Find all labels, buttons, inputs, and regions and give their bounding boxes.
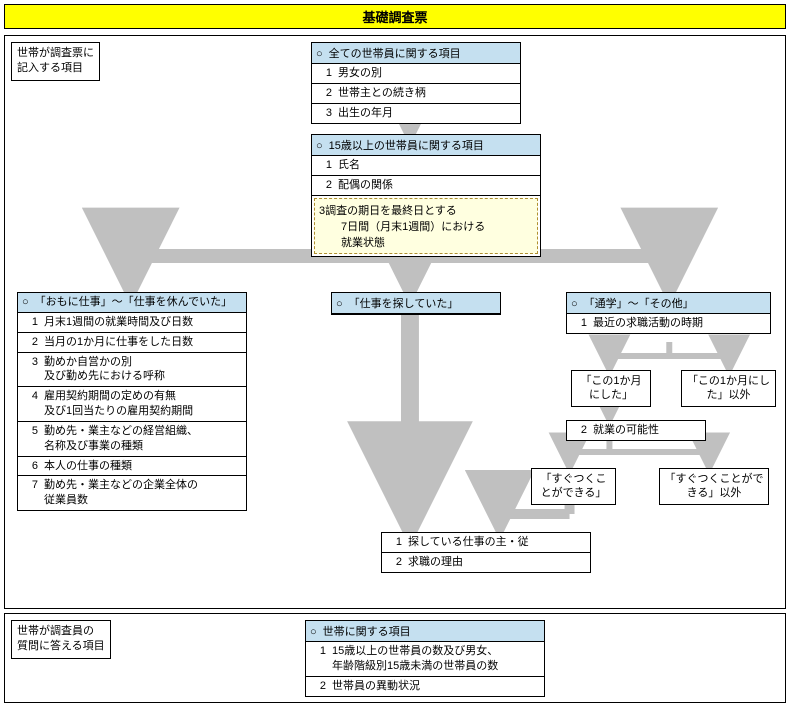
box-school-other: ○「通学」～「その他」 1最近の求職活動の時期 (566, 292, 771, 334)
box-b-row: 1氏名 (312, 156, 540, 176)
section-household-fills: 世帯が調査票に記入する項目 (4, 35, 786, 609)
box-c-row: 3勤めか自営かの別及び勤め先における呼称 (18, 353, 246, 388)
box-d-header: ○「仕事を探していた」 (332, 293, 500, 314)
box-b-header: ○15歳以上の世帯員に関する項目 (312, 135, 540, 156)
page-title: 基礎調査票 (4, 4, 786, 29)
box-f-row: 2求職の理由 (382, 553, 590, 572)
branch-not-this-month: 「この1か月にした」以外 (681, 370, 776, 407)
box-household-row: 115歳以上の世帯員の数及び男女、年齢階級別15歳未満の世帯員の数 (306, 642, 544, 677)
box-c-row: 4雇用契約期間の定めの有無及び1回当たりの雇用契約期間 (18, 387, 246, 422)
box-all-members: ○全ての世帯員に関する項目 1男女の別 2世帯主との続き柄 3出生の年月 (311, 42, 521, 124)
box-f-row: 1探している仕事の主・従 (382, 533, 590, 553)
box-a-row: 2世帯主との続き柄 (312, 84, 520, 104)
box-c-row: 1月末1週間の就業時間及び日数 (18, 313, 246, 333)
box-b-dashed: 3調査の期日を最終日とする 7日間（月末1週間）における 就業状態 (314, 198, 538, 254)
box-e-row1: 1最近の求職活動の時期 (567, 314, 770, 333)
section-enumerator-asks: 世帯が調査員の質問に答える項目 ○世帯に関する項目 115歳以上の世帯員の数及び… (4, 613, 786, 703)
box-c-row: 7勤め先・業主などの企業全体の従業員数 (18, 476, 246, 510)
box-household-items: ○世帯に関する項目 115歳以上の世帯員の数及び男女、年齢階級別15歳未満の世帯… (305, 620, 545, 697)
box-household-header: ○世帯に関する項目 (306, 621, 544, 642)
section2-label: 世帯が調査員の質問に答える項目 (11, 620, 111, 659)
box-mainly-work: ○「おもに仕事」～「仕事を休んでいた」 1月末1週間の就業時間及び日数 2当月の… (17, 292, 247, 511)
box-c-row: 2当月の1か月に仕事をした日数 (18, 333, 246, 353)
box-members-15plus: ○15歳以上の世帯員に関する項目 1氏名 2配偶の関係 3調査の期日を最終日とす… (311, 134, 541, 257)
branch-cannot-start: 「すぐつくことができる」以外 (659, 468, 769, 505)
box-e-row2: 2就業の可能性 (566, 420, 706, 441)
box-a-row: 3出生の年月 (312, 104, 520, 123)
box-e-header: ○「通学」～「その他」 (567, 293, 770, 314)
box-job-seeking-detail: 1探している仕事の主・従 2求職の理由 (381, 532, 591, 573)
box-c-row: 6本人の仕事の種類 (18, 457, 246, 477)
box-household-row: 2世帯員の異動状況 (306, 677, 544, 696)
box-job-seeking: ○「仕事を探していた」 (331, 292, 501, 315)
box-all-members-header: ○全ての世帯員に関する項目 (312, 43, 520, 64)
box-b-row: 2配偶の関係 (312, 176, 540, 196)
box-c-row: 5勤め先・業主などの経営組織、名称及び事業の種類 (18, 422, 246, 457)
box-a-row: 1男女の別 (312, 64, 520, 84)
branch-can-start: 「すぐつくことができる」 (531, 468, 616, 505)
branch-this-month: 「この1か月にした」 (571, 370, 651, 407)
box-c-header: ○「おもに仕事」～「仕事を休んでいた」 (18, 293, 246, 313)
diagram-canvas: ○全ての世帯員に関する項目 1男女の別 2世帯主との続き柄 3出生の年月 ○15… (11, 42, 779, 602)
